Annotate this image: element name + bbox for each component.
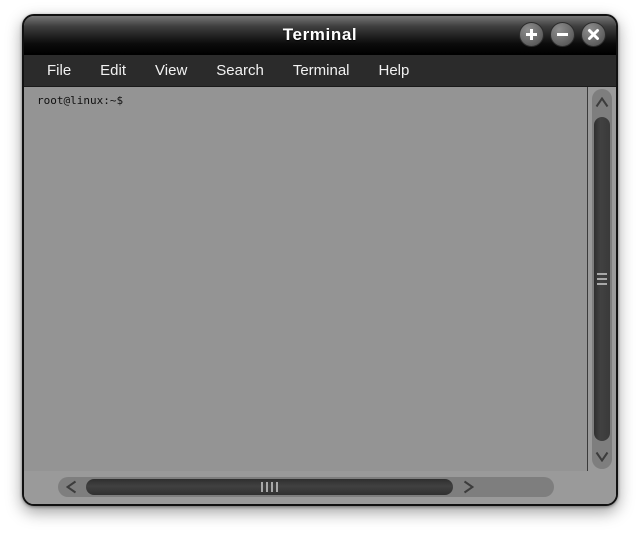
close-icon <box>588 29 599 40</box>
vertical-scrollbar-trough[interactable] <box>592 89 612 469</box>
menu-item-help[interactable]: Help <box>370 59 419 82</box>
chevron-down-icon <box>595 451 609 462</box>
menu-item-search[interactable]: Search <box>207 59 273 82</box>
scroll-up-button[interactable] <box>592 89 612 115</box>
close-button[interactable] <box>581 22 606 47</box>
window-controls <box>519 22 606 47</box>
menu-item-view[interactable]: View <box>146 59 196 82</box>
horizontal-scrollbar-thumb[interactable] <box>86 478 454 495</box>
maximize-button[interactable] <box>519 22 544 47</box>
menubar: File Edit View Search Terminal Help <box>24 55 616 87</box>
chevron-left-icon <box>65 480 76 493</box>
scroll-right-button[interactable] <box>455 477 481 497</box>
scrollbar-corner <box>588 471 616 504</box>
horizontal-thumb-grip <box>261 481 279 492</box>
terminal-prompt-line: root@linux:~$ <box>37 94 124 107</box>
vertical-scrollbar-thumb[interactable] <box>594 117 610 441</box>
terminal-window: Terminal File Edit View Search Terminal … <box>22 14 618 506</box>
vertical-thumb-grip <box>597 273 607 285</box>
scroll-left-button[interactable] <box>58 477 84 497</box>
horizontal-scrollbar-trough[interactable] <box>58 476 554 497</box>
terminal-output-area[interactable]: root@linux:~$ <box>24 87 588 471</box>
menu-item-file[interactable]: File <box>38 59 80 82</box>
minus-icon <box>557 33 568 36</box>
horizontal-scrollbar[interactable] <box>24 471 588 504</box>
window-body: root@linux:~$ <box>24 87 616 504</box>
vertical-scrollbar[interactable] <box>588 87 616 471</box>
screen: Terminal File Edit View Search Terminal … <box>0 0 640 533</box>
chevron-right-icon <box>463 480 474 493</box>
menu-item-edit[interactable]: Edit <box>91 59 135 82</box>
titlebar[interactable]: Terminal <box>24 16 616 55</box>
chevron-up-icon <box>595 96 609 107</box>
minimize-button[interactable] <box>550 22 575 47</box>
scroll-down-button[interactable] <box>592 443 612 469</box>
plus-icon <box>526 29 537 40</box>
menu-item-terminal[interactable]: Terminal <box>284 59 359 82</box>
